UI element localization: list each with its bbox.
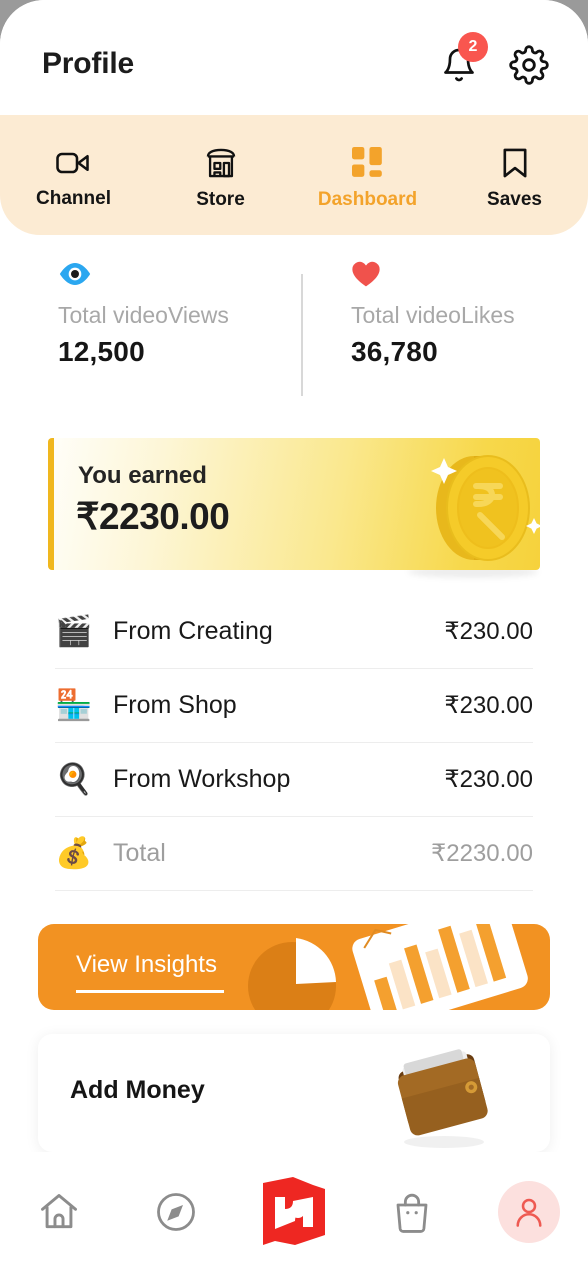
home-icon [40,1194,77,1229]
rupee-coin-illustration [431,455,542,561]
bookmark-icon [503,148,526,178]
gear-icon [509,45,549,85]
clapperboard-icon: 🎬 [55,614,93,648]
stat-value: 36,780 [351,336,438,367]
stat-value: 12,500 [58,336,145,367]
earnings-title: You earned [78,462,207,489]
stat-video-likes: Total videoLikes 36,780 [295,258,588,408]
brand-logo [262,1177,325,1245]
tab-store[interactable]: Store [147,139,294,211]
stats-row: Total videoViews 12,500 Total videoLikes… [0,258,588,408]
nav-item-profile[interactable] [470,1152,588,1272]
video-camera-icon [55,152,89,174]
eye-icon [59,263,91,285]
eye-icon-wrap [58,258,295,290]
bag-icon [396,1193,427,1233]
heart-icon-wrap [351,258,588,290]
tab-channel[interactable]: Channel [0,140,147,210]
stat-video-views: Total videoViews 12,500 [0,258,295,408]
pie-and-bar-chart-illustration [248,924,528,1010]
add-money-card[interactable]: Add Money [38,1034,550,1152]
app-screen: Profile 2 Channel Store Dashboard Saves … [0,0,588,1152]
stat-label: Total videoViews [58,302,229,328]
earnings-breakdown-list: 🎬 From Creating ₹230.00 🏪 From Shop ₹230… [55,595,533,891]
stat-label: Total videoLikes [351,302,515,328]
table-row[interactable]: 🎬 From Creating ₹230.00 [55,595,533,669]
earnings-amount: ₹2230.00 [76,496,230,537]
earnings-card[interactable]: You earned ₹2230.00 [48,438,542,578]
row-label: Total [113,839,166,867]
row-value: ₹230.00 [444,766,533,793]
row-value: ₹230.00 [444,692,533,719]
view-insights-banner[interactable]: View Insights [38,924,550,1010]
view-insights-label: View Insights [76,951,217,978]
nav-item-create[interactable] [235,1152,353,1272]
tab-label: Saves [487,189,542,210]
pan-icon: 🍳 [55,762,93,796]
grid-icon [351,147,382,177]
shop-icon: 🏪 [55,688,93,722]
section-tab-bar: Channel Store Dashboard Saves [0,115,588,235]
bottom-navigation-bar [0,1152,588,1272]
tab-dashboard[interactable]: Dashboard [294,139,441,211]
notification-badge: 2 [458,32,488,62]
person-icon [516,1198,542,1227]
view-insights-underline [76,990,224,993]
add-money-label: Add Money [70,1076,205,1104]
row-label: From Shop [113,691,237,719]
nav-item-explore[interactable] [118,1152,236,1272]
tab-saves[interactable]: Saves [441,139,588,211]
notifications-button[interactable]: 2 [438,32,488,86]
stats-divider [301,274,303,396]
row-value: ₹230.00 [444,618,533,645]
row-label: From Creating [113,617,273,645]
row-value: ₹2230.00 [430,840,533,867]
avatar [498,1181,561,1243]
tab-label: Channel [36,188,111,209]
header-bar: Profile 2 [0,0,588,113]
money-bag-icon: 💰 [55,836,93,870]
table-row-total: 💰 Total ₹2230.00 [55,817,533,891]
compass-icon [157,1193,196,1231]
table-row[interactable]: 🏪 From Shop ₹230.00 [55,669,533,743]
table-row[interactable]: 🍳 From Workshop ₹230.00 [55,743,533,817]
nav-item-home[interactable] [0,1152,118,1272]
page-title: Profile [42,47,134,80]
nav-item-bag[interactable] [353,1152,471,1272]
storefront-icon [206,148,235,178]
phone-frame: Profile 2 Channel Store Dashboard Saves … [0,0,588,1272]
tab-label: Dashboard [317,189,418,210]
tab-label: Store [196,189,245,210]
heart-icon [352,261,380,287]
row-label: From Workshop [113,765,291,793]
wallet-illustration [397,1049,488,1148]
settings-button[interactable] [508,44,550,86]
header-actions: 2 [438,32,550,86]
